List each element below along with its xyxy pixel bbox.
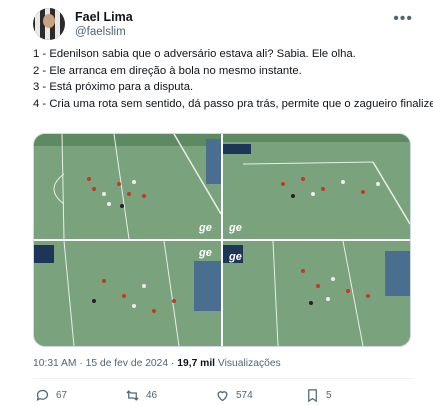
views-count: 19,7 mil	[177, 358, 216, 369]
like-button[interactable]: 574	[215, 386, 253, 404]
like-count: 574	[236, 389, 253, 401]
bookmark-button[interactable]: 5	[305, 386, 332, 404]
tweet-line: 1 - Edenilson sabia que o adversário est…	[33, 48, 356, 60]
action-bar: 67 46 574 5	[33, 386, 413, 404]
tweet-header: Fael Lima @faelslim •••	[33, 8, 413, 42]
watermark-logo: ge	[199, 222, 212, 234]
tweet-line: 2 - Ele arranca em direção à bola no mes…	[33, 64, 302, 77]
author-name[interactable]: Fael Lima	[75, 10, 133, 24]
watermark-logo: ge	[229, 222, 242, 234]
media-image-4[interactable]: ge	[223, 241, 410, 346]
like-icon	[217, 390, 228, 401]
author-handle[interactable]: @faelslim	[75, 26, 126, 38]
avatar[interactable]	[33, 8, 65, 40]
media-image-1[interactable]: ge	[34, 134, 221, 239]
bookmark-icon	[308, 388, 317, 402]
watermark-logo: ge	[229, 251, 242, 263]
reply-icon	[36, 389, 49, 401]
tweet-line: 3 - Está próximo para a disputa.	[33, 81, 194, 93]
more-options-icon[interactable]: •••	[393, 10, 413, 28]
timestamp[interactable]: 10:31 AM · 15 de fev de 2024 ·	[33, 358, 177, 369]
repost-button[interactable]: 46	[125, 386, 157, 404]
repost-icon	[126, 389, 139, 401]
media-image-2[interactable]: ge	[223, 134, 410, 239]
repost-count: 46	[146, 389, 158, 401]
tweet-text: 1 - Edenilson sabia que o adversário est…	[33, 46, 433, 112]
reply-count: 67	[56, 389, 68, 401]
tweet-line: 4 - Cria uma rota sem sentido, dá passo …	[33, 97, 433, 110]
watermark-logo: ge	[199, 247, 212, 259]
views-label: Visualizações	[217, 358, 281, 369]
reply-button[interactable]: 67	[35, 386, 67, 404]
media-image-3[interactable]: ge	[34, 241, 221, 346]
bookmark-count: 5	[326, 389, 332, 401]
tweet-meta: 10:31 AM · 15 de fev de 2024 · 19,7 mil …	[33, 358, 281, 369]
divider	[33, 378, 413, 379]
media-grid: ge ge ge ge	[33, 133, 411, 347]
